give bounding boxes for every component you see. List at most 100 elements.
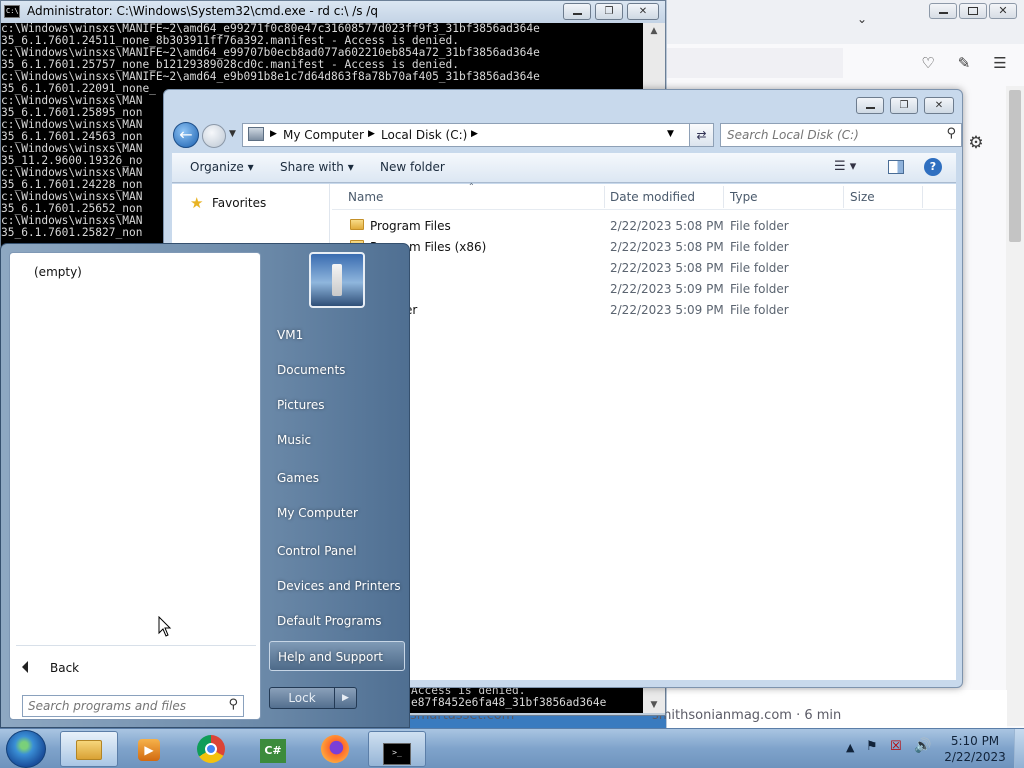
organize-button[interactable]: Organize ▾ <box>190 160 254 174</box>
explorer-close-button[interactable]: ✕ <box>924 97 954 114</box>
table-row[interactable]: Program Files (x86) 2/22/2023 5:08 PM Fi… <box>332 237 956 258</box>
explorer-search[interactable]: ⚲ <box>720 123 962 147</box>
taskbar-csharp-app[interactable]: C# <box>244 731 302 767</box>
taskbar: ▶ C# >_ ▲ ⚑ ☒ 🔊 5:10 PM 2/22/2023 <box>0 728 1024 768</box>
explorer-search-input[interactable] <box>727 125 937 145</box>
explorer-navbar: ← ▼ ▶ My Computer ▶ Local Disk (C:) ▶ ▼ … <box>172 121 962 151</box>
scrollbar-thumb[interactable] <box>1009 90 1021 242</box>
scroll-down-icon[interactable]: ▼ <box>643 697 665 713</box>
address-dropdown-icon[interactable]: ▼ <box>667 129 674 139</box>
breadcrumb-sep-icon[interactable]: ▶ <box>368 129 375 139</box>
table-row[interactable]: ys 2/22/2023 5:09 PM File folder <box>332 279 956 300</box>
row-type: File folder <box>730 240 789 254</box>
explorer-minimize-button[interactable] <box>856 97 884 114</box>
cmd-icon: C:\ <box>4 5 20 18</box>
minimize-button[interactable] <box>929 3 957 19</box>
taskbar-firefox[interactable] <box>306 731 364 767</box>
search-icon[interactable]: ⚲ <box>228 697 238 712</box>
volume-icon[interactable]: 🔊 <box>914 738 931 754</box>
breadcrumb-my-computer[interactable]: My Computer <box>283 128 364 142</box>
start-item-pictures[interactable]: Pictures <box>269 390 405 420</box>
settings-gear-icon[interactable]: ⚙ <box>967 134 985 152</box>
lock-button[interactable]: Lock <box>269 687 335 709</box>
column-name[interactable]: Name <box>348 190 383 204</box>
start-item-devices-and-printers[interactable]: Devices and Printers <box>269 571 405 601</box>
clock-time: 5:10 PM <box>950 734 1000 748</box>
start-menu: (empty) Back ⚲ VM1 Documents Pictures Mu… <box>0 243 410 728</box>
menu-icon[interactable]: ☰ <box>991 54 1009 72</box>
user-picture[interactable] <box>309 252 365 308</box>
address-bar[interactable] <box>667 48 843 78</box>
breadcrumb-sep-icon[interactable]: ▶ <box>270 129 277 139</box>
share-with-button[interactable]: Share with ▾ <box>280 160 354 174</box>
start-item-vm1[interactable]: VM1 <box>269 320 405 350</box>
start-item-games[interactable]: Games <box>269 463 405 493</box>
table-row[interactable]: Program Files 2/22/2023 5:08 PM File fol… <box>332 216 956 237</box>
start-item-control-panel[interactable]: Control Panel <box>269 536 405 566</box>
start-item-help-and-support[interactable]: Help and Support <box>269 641 405 671</box>
breadcrumb-local-disk[interactable]: Local Disk (C:) <box>381 128 467 142</box>
start-item-default-programs[interactable]: Default Programs <box>269 606 405 636</box>
cmd-minimize-button[interactable] <box>563 3 591 20</box>
row-name: Program Files <box>370 219 451 233</box>
programs-empty-label: (empty) <box>34 265 82 279</box>
close-button[interactable]: ✕ <box>989 3 1017 19</box>
csharp-icon: C# <box>260 739 286 763</box>
cmd-close-button[interactable]: ✕ <box>627 3 659 20</box>
table-row[interactable]: 2/22/2023 5:08 PM File folder <box>332 258 956 279</box>
taskbar-cmd[interactable]: >_ <box>368 731 426 767</box>
maximize-button[interactable] <box>959 3 987 19</box>
back-arrow-icon[interactable]: ← <box>173 122 199 148</box>
pocket-icon[interactable]: ♡ <box>919 54 937 72</box>
breadcrumb-sep-icon[interactable]: ▶ <box>471 129 478 139</box>
cmd-maximize-button[interactable]: ❐ <box>595 3 623 20</box>
start-item-my-computer[interactable]: My Computer <box>269 498 405 528</box>
network-icon[interactable]: ☒ <box>890 739 902 754</box>
column-type[interactable]: Type <box>730 190 758 204</box>
start-search[interactable]: ⚲ <box>22 695 244 717</box>
row-date: 2/22/2023 5:09 PM <box>610 303 724 317</box>
folder-icon <box>350 219 364 230</box>
extensions-icon[interactable]: ✎ <box>955 54 973 72</box>
system-clock[interactable]: 5:10 PM 2/22/2023 <box>940 733 1010 765</box>
forward-arrow-icon[interactable] <box>202 124 226 148</box>
row-date: 2/22/2023 5:08 PM <box>610 219 724 233</box>
mouse-cursor-icon <box>158 616 172 637</box>
taskbar-chrome[interactable] <box>182 731 240 767</box>
start-search-input[interactable] <box>28 697 218 715</box>
back-button[interactable]: Back <box>22 659 142 679</box>
taskbar-explorer[interactable] <box>60 731 118 767</box>
recent-pages-chevron-icon[interactable]: ▼ <box>229 129 236 139</box>
start-item-documents[interactable]: Documents <box>269 355 405 385</box>
new-folder-button[interactable]: New folder <box>380 160 445 174</box>
column-date-modified[interactable]: Date modified <box>610 190 695 204</box>
row-type: File folder <box>730 219 789 233</box>
column-size[interactable]: Size <box>850 190 875 204</box>
action-center-icon[interactable]: ⚑ <box>866 739 878 754</box>
preview-pane-icon[interactable] <box>888 160 904 174</box>
refresh-icon[interactable]: ⇄ <box>689 123 714 147</box>
start-button[interactable] <box>6 730 46 768</box>
help-icon[interactable]: ? <box>924 158 942 176</box>
cmd-titlebar[interactable]: C:\ Administrator: C:\Windows\System32\c… <box>1 1 665 23</box>
taskbar-media-player[interactable]: ▶ <box>120 731 178 767</box>
show-desktop-button[interactable] <box>1014 729 1024 768</box>
address-bar[interactable]: ▶ My Computer ▶ Local Disk (C:) ▶ ▼ <box>242 123 696 147</box>
search-icon[interactable]: ⚲ <box>946 126 956 141</box>
show-hidden-icons-icon[interactable]: ▲ <box>846 741 854 754</box>
clock-date: 2/22/2023 <box>944 750 1006 764</box>
shutdown-options-icon[interactable]: ▶ <box>335 687 357 709</box>
divider <box>16 645 256 646</box>
start-programs-pane: (empty) Back ⚲ <box>9 252 261 720</box>
scroll-up-icon[interactable]: ▲ <box>643 23 665 39</box>
tab-list-chevron-icon[interactable]: ⌄ <box>857 12 867 26</box>
browser-tabstrip: ⌄ ✕ <box>667 0 1024 44</box>
row-date: 2/22/2023 5:09 PM <box>610 282 724 296</box>
start-item-music[interactable]: Music <box>269 425 405 455</box>
nav-favorites[interactable]: Favorites <box>212 196 266 210</box>
article-source: smithsonianmag.com · 6 min <box>652 708 842 723</box>
view-options-icon[interactable]: ☰ ▾ <box>834 159 856 174</box>
explorer-maximize-button[interactable]: ❐ <box>890 97 918 114</box>
table-row[interactable]: lder 2/22/2023 5:09 PM File folder <box>332 300 956 321</box>
cmd-title: Administrator: C:\Windows\System32\cmd.e… <box>27 4 378 18</box>
